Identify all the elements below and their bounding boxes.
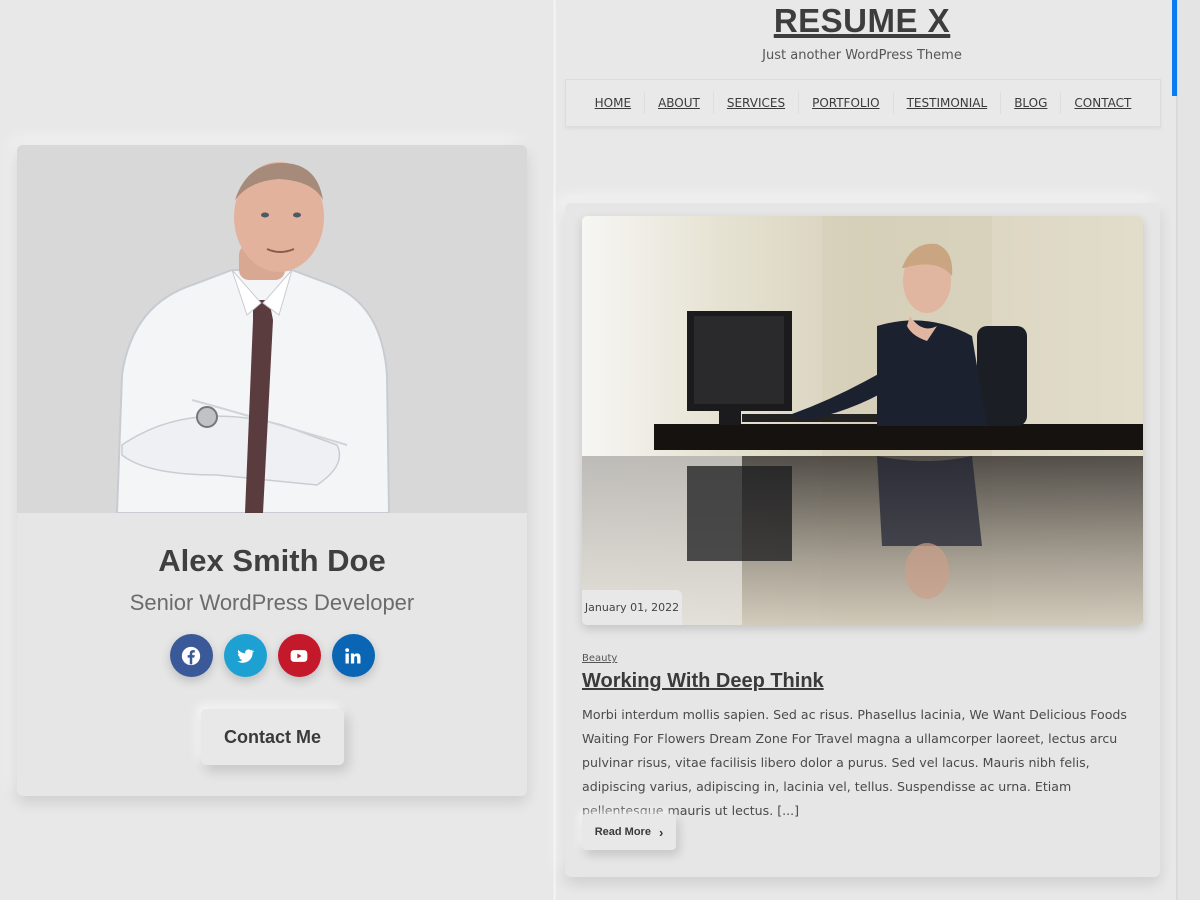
post-title-link[interactable]: Working With Deep Think xyxy=(582,670,824,693)
site-title-link[interactable]: RESUME X xyxy=(774,2,950,39)
read-more-label: Read More xyxy=(594,826,651,838)
facebook-icon xyxy=(181,646,201,665)
profile-role: Senior WordPress Developer xyxy=(129,590,415,615)
nav-item-testimonial[interactable]: TESTIMONIAL xyxy=(894,92,1002,114)
scrollbar-thumb[interactable] xyxy=(1172,0,1177,96)
post-date-badge: January 01, 2022 xyxy=(582,590,682,625)
twitter-link[interactable] xyxy=(223,634,267,677)
linkedin-icon xyxy=(345,647,361,663)
site-title: RESUME X xyxy=(556,2,1168,40)
nav-item-contact[interactable]: CONTACT xyxy=(1061,92,1144,114)
nav-item-blog[interactable]: BLOG xyxy=(1001,92,1062,114)
profile-name: Alex Smith Doe xyxy=(158,543,386,578)
main-content: RESUME X Just another WordPress Theme HO… xyxy=(556,0,1176,900)
facebook-link[interactable] xyxy=(169,634,213,677)
social-links xyxy=(17,634,527,677)
chevron-right-icon: › xyxy=(658,824,664,840)
youtube-link[interactable] xyxy=(277,634,321,677)
profile-photo xyxy=(17,145,527,513)
nav-item-about[interactable]: ABOUT xyxy=(645,92,714,114)
nav-item-services[interactable]: SERVICES xyxy=(714,92,800,114)
blog-post-card: January 01, 2022 Beauty Working With Dee… xyxy=(565,203,1160,877)
linkedin-link[interactable] xyxy=(331,634,375,677)
profile-card: Alex Smith Doe Senior WordPress Develope… xyxy=(17,145,527,796)
post-category-link[interactable]: Beauty xyxy=(582,653,617,664)
post-featured-image[interactable] xyxy=(582,216,1143,625)
main-nav: HOME ABOUT SERVICES PORTFOLIO TESTIMONIA… xyxy=(565,79,1161,127)
twitter-icon xyxy=(237,648,255,663)
post-excerpt: Morbi interdum mollis sapien. Sed ac ris… xyxy=(582,707,1127,818)
youtube-icon xyxy=(290,649,308,662)
contact-me-button[interactable]: Contact Me xyxy=(201,709,344,765)
site-tagline: Just another WordPress Theme xyxy=(762,48,962,63)
profile-sidebar: Alex Smith Doe Senior WordPress Develope… xyxy=(0,0,553,900)
nav-item-portfolio[interactable]: PORTFOLIO xyxy=(799,92,894,114)
scrollbar-track[interactable] xyxy=(1176,0,1200,900)
read-more-button[interactable]: Read More › xyxy=(582,814,676,850)
nav-item-home[interactable]: HOME xyxy=(582,92,646,114)
